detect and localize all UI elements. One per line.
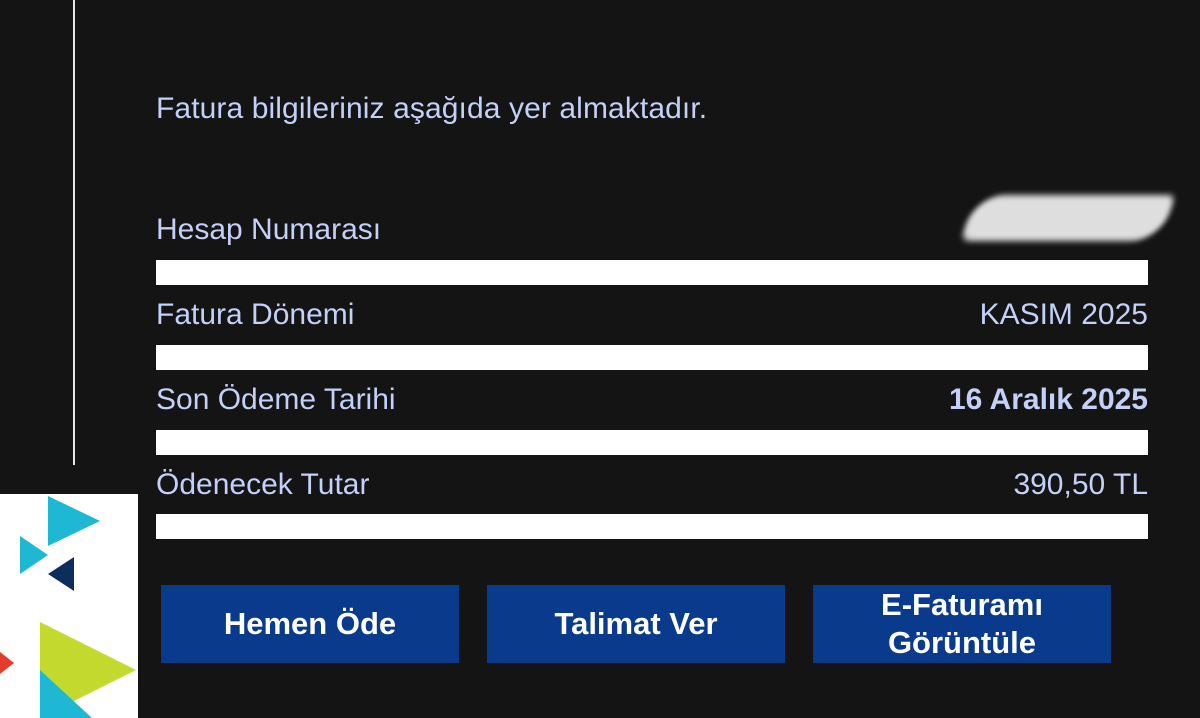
- intro-text: Fatura bilgileriniz aşağıda yer almaktad…: [156, 92, 708, 125]
- row-separator-bar: [156, 514, 1148, 539]
- redaction-mask: [960, 195, 1176, 241]
- payment-instruction-label: Talimat Ver: [554, 606, 718, 641]
- payment-instruction-button[interactable]: Talimat Ver: [487, 585, 785, 663]
- row-invoice-period: Fatura Dönemi KASIM 2025: [156, 298, 1148, 338]
- amount-due-value: 390,50 TL: [1013, 468, 1148, 501]
- amount-due-label: Ödenecek Tutar: [156, 468, 370, 501]
- pay-now-button[interactable]: Hemen Öde: [161, 585, 459, 663]
- row-due-date: Son Ödeme Tarihi 16 Aralık 2025: [156, 383, 1148, 423]
- brand-logo-icon: [0, 494, 138, 718]
- account-number-label: Hesap Numarası: [156, 213, 382, 246]
- row-separator-bar: [156, 430, 1148, 455]
- row-account-number: Hesap Numarası: [156, 195, 1176, 253]
- view-einvoice-button[interactable]: E-Faturamı Görüntüle: [813, 585, 1111, 663]
- view-einvoice-label-line1: E-Faturamı: [881, 587, 1043, 622]
- view-einvoice-label-line2: Görüntüle: [887, 625, 1037, 660]
- invoice-period-label: Fatura Dönemi: [156, 298, 355, 331]
- divider-line: [73, 0, 75, 465]
- row-amount-due: Ödenecek Tutar 390,50 TL: [156, 468, 1148, 508]
- pay-now-label: Hemen Öde: [223, 606, 397, 641]
- due-date-label: Son Ödeme Tarihi: [156, 383, 396, 416]
- invoice-period-value: KASIM 2025: [979, 298, 1148, 331]
- row-separator-bar: [156, 345, 1148, 370]
- row-separator-bar: [156, 260, 1148, 285]
- due-date-value: 16 Aralık 2025: [948, 383, 1148, 416]
